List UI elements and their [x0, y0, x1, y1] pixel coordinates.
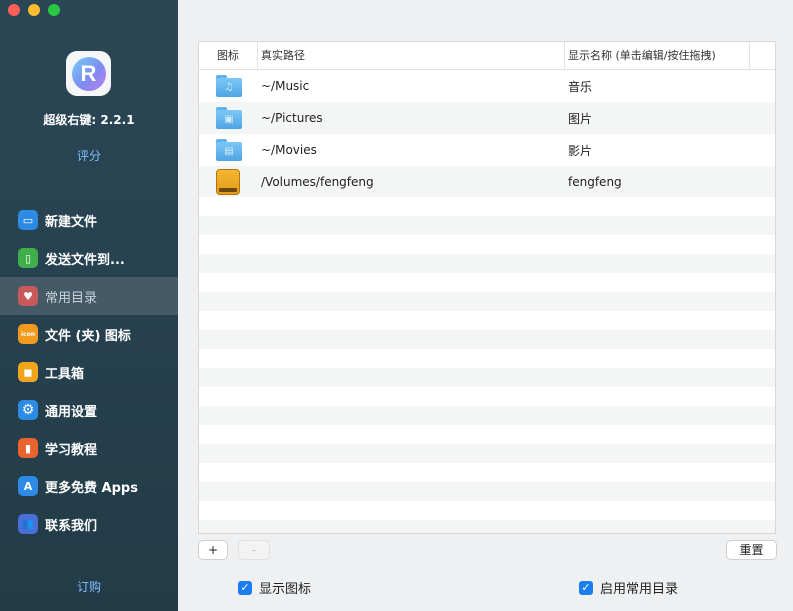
row-display-name[interactable]: 影片: [564, 142, 749, 159]
row-path: /Volumes/fengfeng: [261, 175, 374, 189]
table-row[interactable]: ▤ ~/Movies 影片: [199, 134, 775, 166]
show-icons-label: 显示图标: [259, 582, 312, 597]
folder-glyph: ▣: [216, 110, 242, 129]
row-icon-cell: [199, 169, 257, 195]
sidebar-item-send-file[interactable]: ▯ 发送文件到...: [0, 239, 178, 277]
empty-table-area: [199, 197, 775, 533]
row-path: ~/Movies: [261, 143, 317, 157]
table-row[interactable]: ▣ ~/Pictures 图片: [199, 102, 775, 134]
sidebar-item-label: 学习教程: [45, 442, 98, 458]
row-icon-cell: ▤: [199, 139, 257, 161]
column-header-spacer: [749, 42, 775, 69]
checkmark-icon: ✓: [579, 580, 593, 595]
sidebar-item-file-icons[interactable]: icon 文件 (夹) 图标: [0, 315, 178, 353]
add-folder-button[interactable]: +: [198, 540, 228, 560]
table-row[interactable]: ♫ ~/Music 音乐: [199, 70, 775, 102]
column-header-name[interactable]: 显示名称 (单击编辑/按住拖拽): [564, 42, 749, 69]
movies-folder-icon: ▤: [216, 139, 242, 161]
new-file-icon: ▭: [18, 210, 38, 230]
sidebar: R 超级右键: 2.2.1 评分 ▭ 新建文件 ▯ 发送文件到... ♥ 常用目…: [0, 0, 178, 611]
gear-icon: ⚙: [18, 400, 38, 420]
favorites-table: 图标 真实路径 显示名称 (单击编辑/按住拖拽) ♫ ~/Music 音乐 ▣ …: [198, 41, 776, 534]
sidebar-item-label: 更多免费 Apps: [45, 480, 138, 496]
close-window-button[interactable]: [8, 4, 20, 16]
contacts-icon: 👥: [18, 514, 38, 534]
row-display-name[interactable]: 音乐: [564, 78, 749, 95]
column-header-icon[interactable]: 图标: [199, 42, 257, 69]
row-path: ~/Pictures: [261, 111, 323, 125]
sidebar-item-tutorials[interactable]: ▮ 学习教程: [0, 429, 178, 467]
column-header-path[interactable]: 真实路径: [257, 42, 564, 69]
sidebar-item-label: 联系我们: [45, 518, 98, 534]
heart-icon: ♥: [18, 286, 38, 306]
maximize-window-button[interactable]: [48, 4, 60, 16]
subscribe-link[interactable]: 订购: [0, 578, 178, 595]
minimize-window-button[interactable]: [28, 4, 40, 16]
sidebar-item-label: 常用目录: [45, 290, 98, 306]
sidebar-item-favorites[interactable]: ♥ 常用目录: [0, 277, 178, 315]
music-folder-icon: ♫: [216, 75, 242, 97]
table-rows: ♫ ~/Music 音乐 ▣ ~/Pictures 图片 ▤ ~/Movies …: [199, 70, 775, 198]
enable-favorites-label: 启用常用目录: [600, 582, 679, 597]
sidebar-item-label: 通用设置: [45, 404, 98, 420]
sidebar-item-settings[interactable]: ⚙ 通用设置: [0, 391, 178, 429]
sidebar-nav: ▭ 新建文件 ▯ 发送文件到... ♥ 常用目录 icon 文件 (夹) 图标 …: [0, 201, 178, 543]
enable-favorites-checkbox[interactable]: ✓ 启用常用目录: [579, 578, 678, 597]
show-icons-checkbox[interactable]: ✓ 显示图标: [238, 578, 311, 597]
sidebar-item-label: 发送文件到...: [45, 252, 125, 268]
folder-glyph: ♫: [216, 78, 242, 97]
folder-glyph: ▤: [216, 142, 242, 161]
external-drive-icon: [216, 169, 240, 195]
row-display-name[interactable]: 图片: [564, 110, 749, 127]
app-logo-icon: R: [71, 56, 106, 91]
sidebar-item-label: 文件 (夹) 图标: [45, 328, 131, 344]
sidebar-item-more-apps[interactable]: A 更多免费 Apps: [0, 467, 178, 505]
app-version: 超级右键: 2.2.1: [43, 113, 135, 127]
row-icon-cell: ♫: [199, 75, 257, 97]
sidebar-item-label: 工具箱: [45, 366, 85, 382]
remove-folder-button[interactable]: -: [238, 540, 270, 560]
sidebar-item-new-file[interactable]: ▭ 新建文件: [0, 201, 178, 239]
book-icon: ▮: [18, 438, 38, 458]
sidebar-item-contact[interactable]: 👥 联系我们: [0, 505, 178, 543]
table-header: 图标 真实路径 显示名称 (单击编辑/按住拖拽): [199, 42, 775, 70]
window-controls: [8, 4, 60, 16]
icon-badge-icon: icon: [18, 324, 38, 344]
sidebar-item-label: 新建文件: [45, 214, 98, 230]
toolbox-icon: ◼: [18, 362, 38, 382]
send-file-icon: ▯: [18, 248, 38, 268]
reset-button[interactable]: 重置: [726, 540, 777, 560]
main-panel: 图标 真实路径 显示名称 (单击编辑/按住拖拽) ♫ ~/Music 音乐 ▣ …: [178, 0, 793, 611]
row-display-name[interactable]: fengfeng: [564, 175, 749, 189]
app-store-icon: A: [18, 476, 38, 496]
row-icon-cell: ▣: [199, 107, 257, 129]
rate-link[interactable]: 评分: [0, 147, 178, 164]
row-path: ~/Music: [261, 79, 310, 93]
sidebar-item-toolbox[interactable]: ◼ 工具箱: [0, 353, 178, 391]
table-row[interactable]: /Volumes/fengfeng fengfeng: [199, 166, 775, 198]
checkmark-icon: ✓: [238, 580, 252, 595]
app-logo: R: [66, 51, 111, 96]
pictures-folder-icon: ▣: [216, 107, 242, 129]
